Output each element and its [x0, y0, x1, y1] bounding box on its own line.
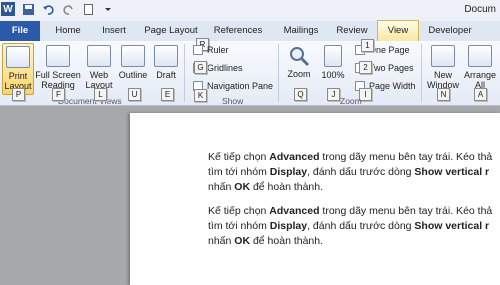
keytip-u: U — [128, 88, 141, 101]
show-group-label: Show — [222, 96, 244, 106]
keytip-f: F — [52, 88, 65, 101]
group-separator — [421, 44, 422, 102]
paragraph-line: nhấn OK để hoàn thành. — [208, 235, 324, 247]
new-window-label: New Window — [426, 70, 459, 90]
ruler-checkbox[interactable]: Ruler — [193, 45, 229, 55]
tab-page-layout[interactable]: Page Layout — [142, 21, 200, 41]
save-icon[interactable] — [21, 2, 35, 16]
document-views-group-label: Document Views — [58, 96, 122, 106]
zoom-group-label: Zoom — [340, 96, 362, 106]
gridlines-label: Gridlines — [207, 63, 243, 73]
full-screen-reading-icon — [46, 45, 70, 67]
title-bar: W Docum — [0, 0, 500, 21]
paragraph-line: Kế tiếp chọn Advanced trong dãy menu bên… — [208, 151, 493, 163]
document-page[interactable] — [130, 113, 500, 285]
navigation-pane-label: Navigation Pane — [207, 81, 274, 91]
draft-label: Draft — [156, 70, 176, 80]
tab-insert[interactable]: Insert — [96, 21, 132, 41]
keytip-e: E — [161, 88, 174, 101]
draft-button[interactable]: Draft — [152, 43, 180, 93]
keytip-a: A — [474, 88, 487, 101]
keytip-q: Q — [294, 88, 307, 101]
paragraph-line: tìm tới nhóm Display, đánh dấu trước dòn… — [208, 166, 490, 178]
keytip-j: J — [327, 88, 340, 101]
tab-mailings[interactable]: Mailings — [278, 21, 324, 41]
keytip-2: 2 — [359, 61, 372, 74]
magnifier-icon — [290, 47, 310, 67]
new-window-button[interactable]: New Window — [425, 43, 461, 93]
page-100-icon — [324, 45, 342, 67]
document-paragraph: Kế tiếp chọn Advanced trong dãy menu bên… — [208, 204, 500, 249]
document-paragraph: Kế tiếp chọn Advanced trong dãy menu bên… — [208, 150, 500, 195]
keytip-n: N — [437, 88, 450, 101]
paragraph-line: tìm tới nhóm Display, đánh dấu trước dòn… — [208, 220, 490, 232]
tab-home[interactable]: Home — [50, 21, 86, 41]
tab-references[interactable]: References — [210, 21, 266, 41]
keytip-k: K — [194, 89, 207, 102]
arrange-all-label: Arrange All — [463, 70, 497, 90]
new-window-icon — [431, 45, 455, 67]
outline-icon — [121, 45, 145, 67]
keytip-p: P — [12, 88, 25, 101]
page-width-label: Page Width — [369, 81, 416, 91]
ruler-checkbox-box[interactable] — [193, 45, 203, 55]
outline-label: Outline — [118, 70, 148, 80]
zoom-100-label: 100% — [321, 70, 345, 80]
paragraph-line: nhấn OK để hoàn thành. — [208, 181, 324, 193]
customize-toolbar-icon[interactable] — [101, 2, 115, 16]
draft-icon — [154, 45, 178, 67]
ribbon-tabs: File Home Insert Page Layout References … — [0, 20, 500, 42]
web-layout-icon — [87, 45, 111, 67]
zoom-100-button[interactable]: 100% — [318, 43, 348, 93]
ruler-label: Ruler — [207, 45, 229, 55]
full-screen-reading-button[interactable]: Full Screen Reading — [34, 43, 82, 93]
outline-button[interactable]: Outline — [116, 43, 150, 93]
web-layout-button[interactable]: Web Layout — [84, 43, 114, 93]
tab-file[interactable]: File — [0, 21, 40, 41]
one-page-label: One Page — [369, 45, 410, 55]
two-pages-label: Two Pages — [369, 63, 414, 73]
arrange-all-button[interactable]: Arrange All — [463, 43, 497, 93]
document-title: Docum — [464, 4, 496, 15]
paragraph-line: Kế tiếp chọn Advanced trong dãy menu bên… — [208, 205, 493, 217]
redo-icon[interactable] — [61, 2, 75, 16]
keytip-l: L — [94, 88, 107, 101]
zoom-button[interactable]: Zoom — [284, 43, 314, 93]
ribbon: Print Layout Full Screen Reading Web Lay… — [0, 38, 500, 106]
full-screen-reading-label: Full Screen Reading — [35, 70, 81, 90]
group-separator — [278, 44, 279, 102]
zoom-label: Zoom — [287, 69, 311, 79]
tab-developer[interactable]: Developer — [424, 21, 476, 41]
group-separator — [184, 44, 185, 102]
keytip-1: 1 — [361, 39, 374, 52]
word-logo-icon[interactable]: W — [1, 2, 15, 16]
tab-review[interactable]: Review — [332, 21, 372, 41]
new-document-icon[interactable] — [81, 2, 95, 16]
tab-view[interactable]: View — [377, 20, 419, 41]
undo-icon[interactable] — [41, 2, 55, 16]
web-layout-label: Web Layout — [85, 70, 113, 90]
quick-access-toolbar: W — [1, 2, 115, 16]
print-layout-icon — [6, 46, 30, 68]
keytip-g: G — [194, 61, 207, 74]
arrange-all-icon — [468, 45, 492, 67]
